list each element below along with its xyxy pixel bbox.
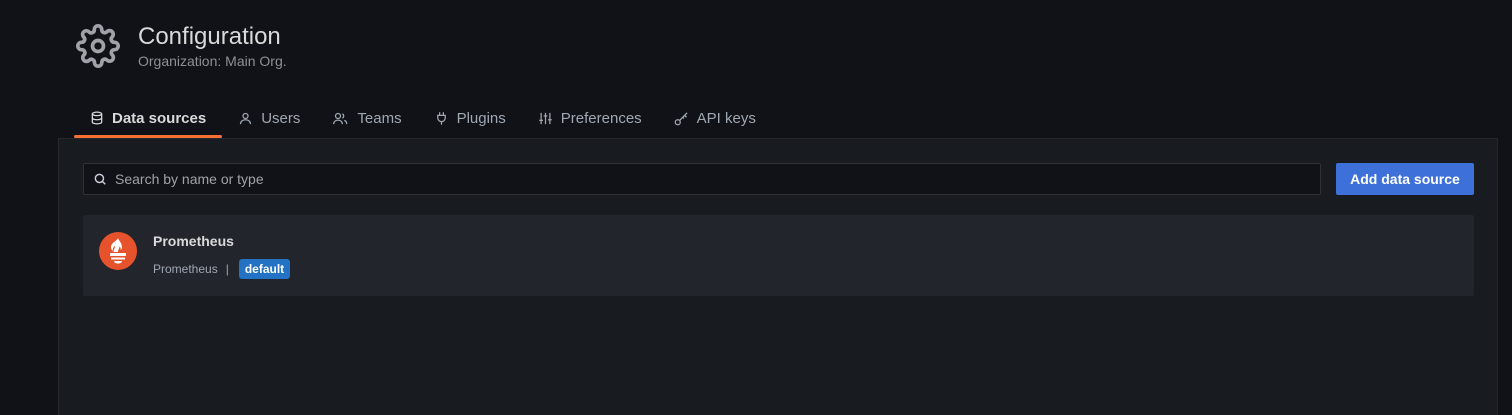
tab-label: Teams: [357, 109, 402, 127]
tab-label: Preferences: [560, 109, 642, 127]
configuration-page: Configuration Organization: Main Org. Da…: [0, 0, 1512, 415]
sliders-icon: [539, 112, 552, 124]
tab-users[interactable]: Users: [222, 100, 316, 136]
page-header: Configuration Organization: Main Org.: [76, 22, 287, 70]
gear-icon: [76, 24, 120, 68]
tab-data-sources[interactable]: Data sources: [74, 100, 223, 138]
tab-label: API keys: [696, 109, 756, 127]
tab-label: Data sources: [112, 109, 207, 127]
users-icon: [333, 112, 348, 124]
page-subtitle: Organization: Main Org.: [138, 53, 287, 69]
datasource-meta: Prometheus | default: [153, 259, 291, 279]
tab-plugins[interactable]: Plugins: [418, 100, 522, 136]
database-icon: [91, 111, 103, 125]
plug-icon: [436, 111, 446, 125]
prometheus-logo-icon: [99, 232, 137, 270]
tab-preferences[interactable]: Preferences: [522, 100, 658, 136]
page-title: Configuration: [138, 23, 281, 50]
search-box[interactable]: [83, 163, 1321, 195]
meta-separator: |: [225, 262, 229, 276]
tab-bar: Data sources Users Teams Plugins Prefere…: [74, 100, 772, 138]
search-input[interactable]: [113, 170, 1217, 188]
tab-label: Plugins: [456, 109, 506, 127]
tab-label: Users: [261, 109, 301, 127]
key-icon: [674, 111, 688, 125]
datasource-name: Prometheus: [153, 233, 234, 249]
search-icon: [94, 173, 106, 185]
user-icon: [240, 112, 252, 124]
tab-api-keys[interactable]: API keys: [658, 100, 772, 136]
default-badge: default: [238, 259, 291, 279]
tab-teams[interactable]: Teams: [316, 100, 417, 136]
add-data-source-button[interactable]: Add data source: [1336, 163, 1474, 195]
datasource-card[interactable]: Prometheus Prometheus | default: [83, 215, 1474, 296]
content-panel: Add data source Prometheus Prometheus | …: [58, 138, 1498, 415]
datasource-type: Prometheus: [153, 262, 218, 276]
